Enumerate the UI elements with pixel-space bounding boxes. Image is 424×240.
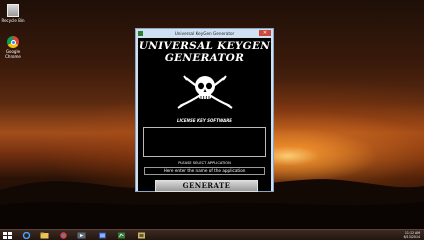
subtitle: LICENSE KEY SOFTWARE [176, 118, 233, 123]
keygen-window: Universal KeyGen Generator ✕ UNIVERSAL K… [135, 28, 274, 192]
generate-button[interactable]: GENERATE [155, 180, 258, 192]
window-title: Universal KeyGen Generator [174, 31, 235, 36]
taskbar: 11:12 AM 6/13/2014 [0, 229, 424, 240]
window-titlebar[interactable]: Universal KeyGen Generator ✕ [136, 29, 273, 38]
select-application-label: PLEASE SELECT APPLICATION [178, 161, 231, 165]
heading-line-2: GENERATOR [164, 52, 245, 64]
start-icon[interactable] [3, 231, 12, 239]
application-name-input[interactable]: Here enter the name of the application [144, 167, 265, 175]
window-client-area: UNIVERSAL KEYGEN GENERATOR LICENSE KEY S… [138, 38, 271, 192]
chrome-taskbar-icon[interactable] [59, 231, 68, 239]
pinned-app-icon[interactable] [137, 232, 146, 239]
close-button[interactable]: ✕ [259, 30, 271, 36]
ie-icon[interactable] [22, 231, 31, 239]
app-taskbar-icon[interactable] [98, 232, 107, 239]
system-clock[interactable]: 11:12 AM 6/13/2014 [404, 231, 420, 239]
keygen-taskbar-icon[interactable] [117, 232, 126, 239]
recycle-bin-icon [7, 4, 19, 17]
desktop-icon-recycle-bin[interactable]: Recycle Bin [0, 4, 26, 23]
clock-date: 6/13/2014 [403, 235, 420, 239]
explorer-icon[interactable] [40, 232, 49, 239]
desktop-icon-label: Google Chrome [5, 49, 21, 59]
desktop-icon-label: Recycle Bin [1, 18, 25, 23]
media-icon[interactable] [77, 232, 86, 239]
skull-crossed-swords-icon [177, 75, 233, 109]
key-output-box[interactable] [143, 127, 266, 157]
heading-line-1: UNIVERSAL KEYGEN [138, 40, 271, 52]
desktop-icon-chrome[interactable]: Google Chrome [0, 36, 26, 59]
chrome-icon [7, 36, 19, 48]
